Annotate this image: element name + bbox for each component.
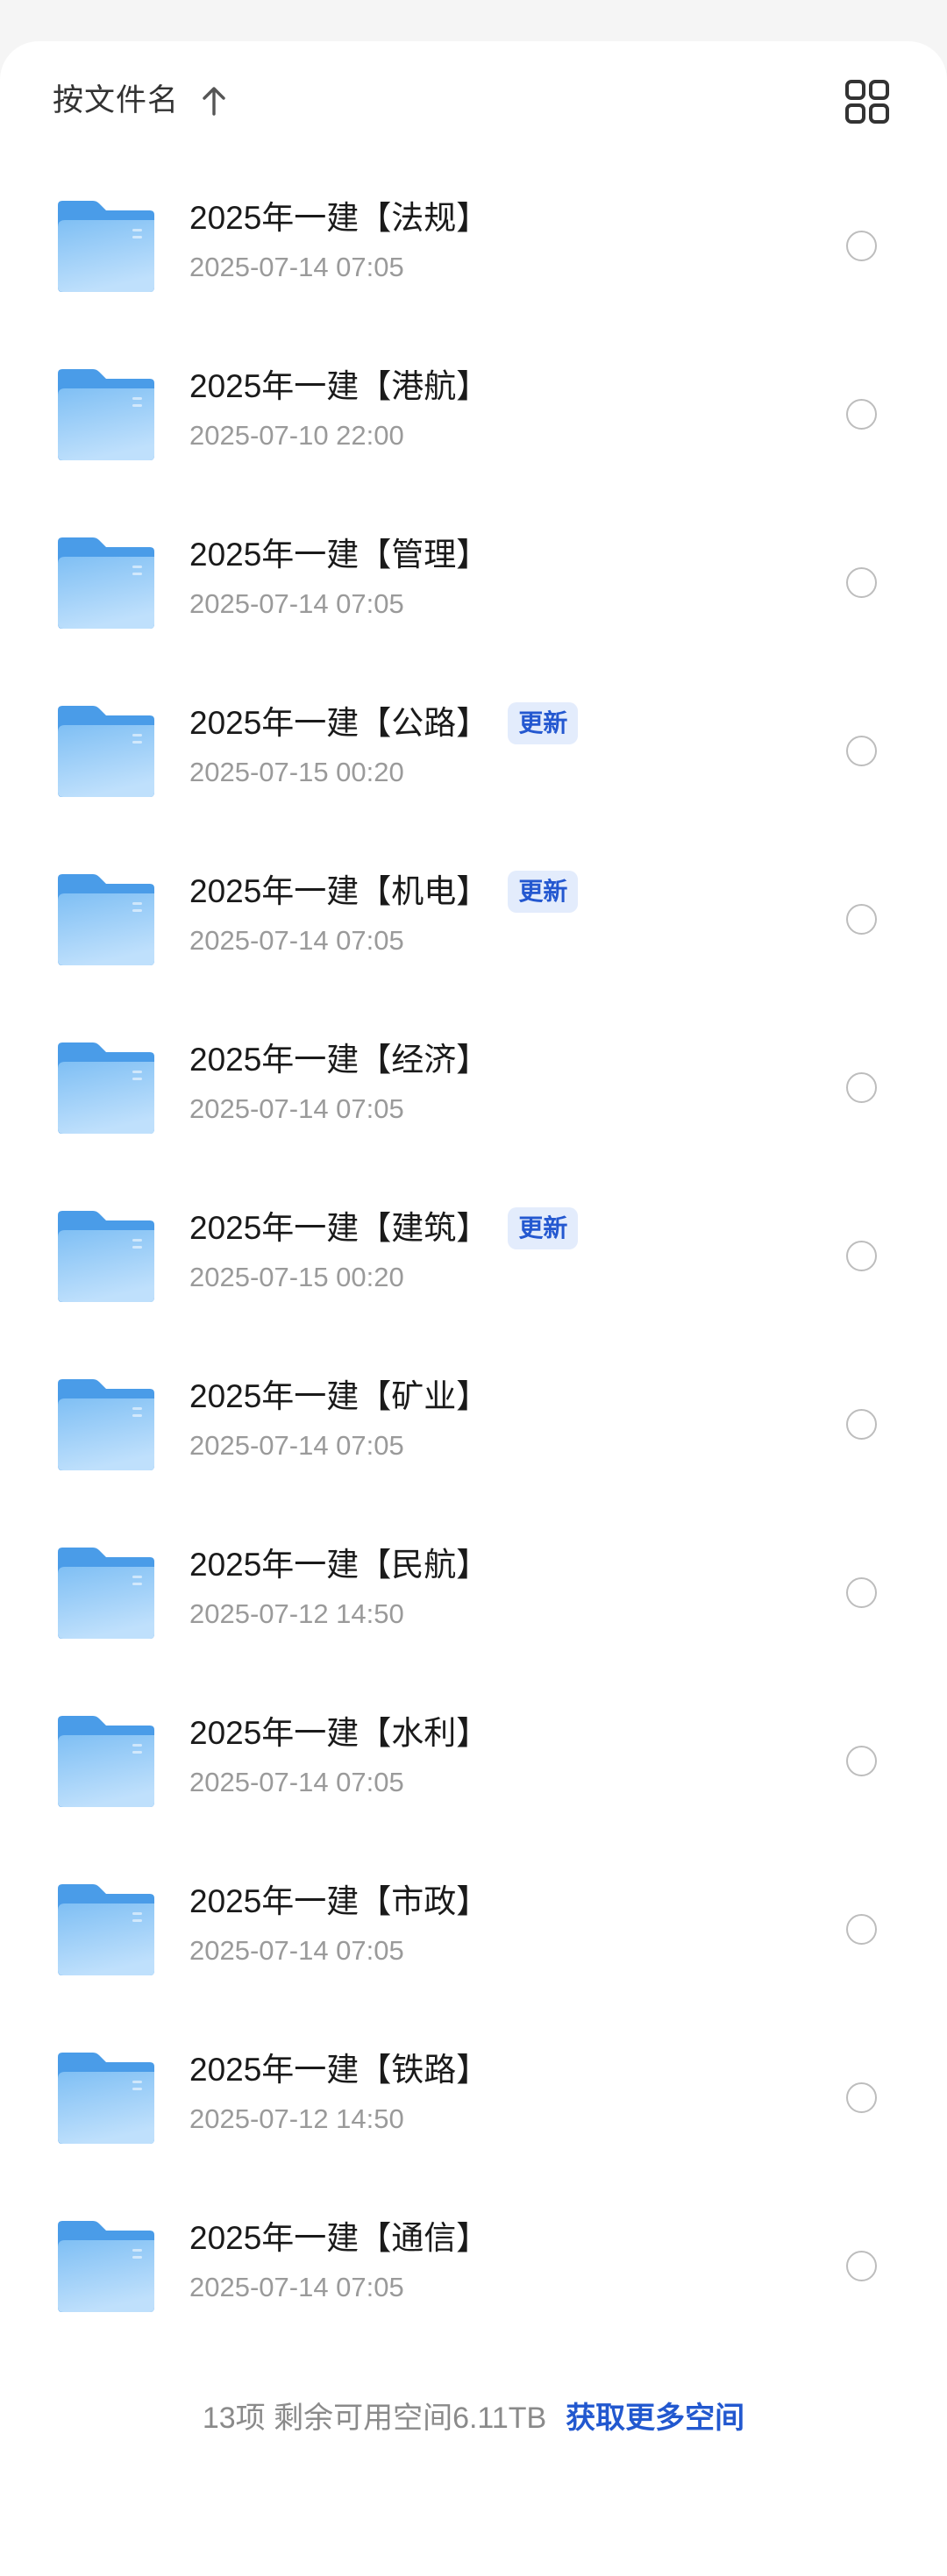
grid-view-toggle[interactable] [844, 78, 891, 125]
file-title-line: 2025年一建【建筑】 更新 [189, 1207, 579, 1249]
file-row[interactable]: 2025年一建【通信】 2025-07-14 07:05 [0, 2182, 947, 2351]
file-row[interactable]: 2025年一建【矿业】 2025-07-14 07:05 [0, 1341, 947, 1509]
file-title-line: 2025年一建【水利】 [189, 1713, 488, 1754]
file-title-line: 2025年一建【港航】 [189, 366, 488, 407]
radio-unchecked-icon[interactable] [846, 1241, 877, 1271]
file-name: 2025年一建【港航】 [189, 368, 489, 404]
file-row[interactable]: 2025年一建【民航】 2025-07-12 14:50 [0, 1509, 947, 1677]
radio-unchecked-icon[interactable] [846, 1746, 877, 1776]
file-row[interactable]: 2025年一建【经济】 2025-07-14 07:05 [0, 1004, 947, 1172]
list-header: 按文件名 [0, 66, 947, 136]
file-name: 2025年一建【法规】 [189, 200, 489, 236]
folder-icon [58, 1548, 154, 1639]
file-title-line: 2025年一建【管理】 [189, 535, 488, 575]
file-title-line: 2025年一建【法规】 [189, 198, 488, 238]
file-name: 2025年一建【市政】 [189, 1883, 489, 1919]
file-modified-date: 2025-07-14 07:05 [189, 1430, 404, 1461]
update-badge: 更新 [508, 1207, 579, 1249]
sort-by-name-button[interactable]: 按文件名 [53, 66, 226, 136]
file-modified-date: 2025-07-15 00:20 [189, 757, 404, 787]
file-modified-date: 2025-07-14 07:05 [189, 2272, 404, 2302]
file-modified-date: 2025-07-10 22:00 [189, 420, 404, 451]
folder-icon [58, 1716, 154, 1807]
folder-icon [58, 1211, 154, 1302]
radio-unchecked-icon[interactable] [846, 231, 877, 261]
radio-unchecked-icon[interactable] [846, 1072, 877, 1103]
radio-unchecked-icon[interactable] [846, 1914, 877, 1945]
folder-icon [58, 706, 154, 797]
folder-icon [58, 2053, 154, 2144]
folder-icon [58, 874, 154, 965]
radio-unchecked-icon[interactable] [846, 904, 877, 935]
update-badge: 更新 [508, 702, 579, 744]
file-modified-date: 2025-07-15 00:20 [189, 1262, 404, 1292]
grid-view-icon [845, 80, 889, 124]
folder-icon [58, 369, 154, 460]
radio-unchecked-icon[interactable] [846, 2251, 877, 2281]
storage-footer: 13项 剩余可用空间6.11TB 获取更多空间 [0, 2396, 947, 2440]
file-title-line: 2025年一建【机电】 更新 [189, 871, 579, 913]
arrow-up-icon [203, 87, 225, 116]
file-name: 2025年一建【铁路】 [189, 2052, 489, 2088]
file-name: 2025年一建【公路】 [189, 705, 489, 741]
get-more-space-link[interactable]: 获取更多空间 [566, 2396, 744, 2440]
storage-summary: 13项 剩余可用空间6.11TB [202, 2402, 547, 2435]
file-modified-date: 2025-07-12 14:50 [189, 2103, 404, 2134]
radio-unchecked-icon[interactable] [846, 567, 877, 598]
radio-unchecked-icon[interactable] [846, 399, 877, 430]
folder-icon [58, 1884, 154, 1975]
file-modified-date: 2025-07-14 07:05 [189, 1093, 404, 1124]
file-name: 2025年一建【经济】 [189, 1042, 489, 1078]
file-modified-date: 2025-07-14 07:05 [189, 925, 404, 956]
file-modified-date: 2025-07-14 07:05 [189, 1935, 404, 1966]
file-modified-date: 2025-07-14 07:05 [189, 588, 404, 619]
file-row[interactable]: 2025年一建【铁路】 2025-07-12 14:50 [0, 2014, 947, 2182]
folder-icon [58, 1042, 154, 1134]
folder-icon [58, 2221, 154, 2312]
file-title-line: 2025年一建【市政】 [189, 1882, 488, 1922]
file-title-line: 2025年一建【铁路】 [189, 2050, 488, 2090]
radio-unchecked-icon[interactable] [846, 736, 877, 766]
file-modified-date: 2025-07-14 07:05 [189, 252, 404, 282]
file-row[interactable]: 2025年一建【公路】 更新 2025-07-15 00:20 [0, 667, 947, 836]
file-title-line: 2025年一建【经济】 [189, 1040, 488, 1080]
file-list: 2025年一建【法规】 2025-07-14 07:05 2025年一建【港航】… [0, 162, 947, 2351]
radio-unchecked-icon[interactable] [846, 1577, 877, 1608]
file-row[interactable]: 2025年一建【市政】 2025-07-14 07:05 [0, 1846, 947, 2014]
folder-icon [58, 537, 154, 629]
file-title-line: 2025年一建【矿业】 [189, 1377, 488, 1417]
file-name: 2025年一建【管理】 [189, 537, 489, 573]
radio-unchecked-icon[interactable] [846, 2082, 877, 2113]
file-name: 2025年一建【机电】 [189, 873, 489, 909]
file-row[interactable]: 2025年一建【法规】 2025-07-14 07:05 [0, 162, 947, 331]
file-modified-date: 2025-07-14 07:05 [189, 1767, 404, 1797]
file-name: 2025年一建【建筑】 [189, 1210, 489, 1246]
sort-label: 按文件名 [53, 83, 180, 117]
file-row[interactable]: 2025年一建【机电】 更新 2025-07-14 07:05 [0, 836, 947, 1004]
file-title-line: 2025年一建【通信】 [189, 2218, 488, 2259]
file-name: 2025年一建【民航】 [189, 1547, 489, 1583]
folder-icon [58, 1379, 154, 1470]
file-row[interactable]: 2025年一建【管理】 2025-07-14 07:05 [0, 499, 947, 667]
update-badge: 更新 [508, 871, 579, 913]
file-row[interactable]: 2025年一建【港航】 2025-07-10 22:00 [0, 331, 947, 499]
file-name: 2025年一建【通信】 [189, 2220, 489, 2256]
file-browser-panel: 按文件名 2025年一建【法规】 2025-07-14 07:05 2025年一… [0, 41, 947, 2576]
file-row[interactable]: 2025年一建【水利】 2025-07-14 07:05 [0, 1677, 947, 1846]
radio-unchecked-icon[interactable] [846, 1409, 877, 1440]
file-modified-date: 2025-07-12 14:50 [189, 1598, 404, 1629]
file-name: 2025年一建【水利】 [189, 1715, 489, 1751]
file-row[interactable]: 2025年一建【建筑】 更新 2025-07-15 00:20 [0, 1172, 947, 1341]
file-name: 2025年一建【矿业】 [189, 1378, 489, 1414]
file-title-line: 2025年一建【公路】 更新 [189, 702, 579, 744]
folder-icon [58, 201, 154, 292]
file-title-line: 2025年一建【民航】 [189, 1545, 488, 1585]
